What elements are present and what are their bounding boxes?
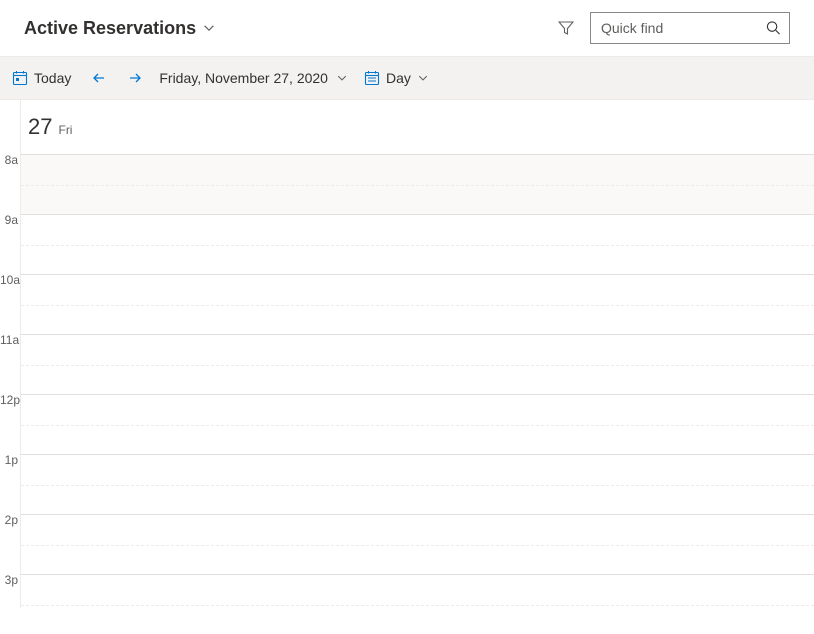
next-button[interactable] — [119, 62, 151, 94]
day-column[interactable] — [20, 100, 814, 608]
filter-icon — [558, 20, 574, 36]
prev-button[interactable] — [83, 62, 115, 94]
hour-slot[interactable] — [21, 394, 814, 454]
calendar-toolbar: Today Friday, November 27, 2020 Day — [0, 56, 814, 100]
hour-slot[interactable] — [21, 334, 814, 394]
time-label: 10a — [0, 274, 20, 334]
view-picker[interactable]: Day — [356, 64, 437, 92]
time-label: 12p — [0, 394, 20, 454]
header-bar: Active Reservations — [0, 0, 814, 56]
hour-slot[interactable] — [21, 214, 814, 274]
search-input[interactable] — [591, 13, 789, 43]
date-display: Friday, November 27, 2020 — [159, 70, 328, 86]
hour-slot[interactable] — [21, 274, 814, 334]
time-label: 1p — [0, 454, 20, 514]
search-icon — [766, 21, 781, 36]
view-title-dropdown[interactable]: Active Reservations — [24, 18, 216, 39]
time-gutter: 8a 9a 10a 11a 12p 1p 2p 3p — [0, 100, 20, 608]
time-label: 2p — [0, 514, 20, 574]
today-button[interactable]: Today — [4, 64, 79, 92]
arrow-left-icon — [91, 70, 107, 86]
date-picker[interactable]: Friday, November 27, 2020 — [155, 64, 352, 92]
chevron-down-icon — [202, 21, 216, 35]
time-label: 11a — [0, 334, 20, 394]
today-label: Today — [34, 70, 71, 86]
header-actions — [556, 12, 790, 44]
calendar-icon — [364, 70, 380, 86]
chevron-down-icon — [417, 72, 429, 84]
page-title: Active Reservations — [24, 18, 196, 39]
chevron-down-icon — [336, 72, 348, 84]
search-button[interactable] — [766, 21, 781, 36]
hour-slot[interactable] — [21, 574, 814, 634]
calendar-today-icon — [12, 70, 28, 86]
time-label: 9a — [0, 214, 20, 274]
arrow-right-icon — [127, 70, 143, 86]
calendar-grid: 27 Fri 8a 9a 10a 11a 12p 1p 2p 3p — [0, 100, 814, 608]
time-label: 8a — [0, 154, 20, 214]
filter-button[interactable] — [556, 18, 576, 38]
search-box — [590, 12, 790, 44]
hour-slot[interactable] — [21, 454, 814, 514]
time-label: 3p — [0, 574, 20, 634]
hour-slot[interactable] — [21, 514, 814, 574]
hour-slot[interactable] — [21, 154, 814, 214]
view-label: Day — [386, 70, 411, 86]
